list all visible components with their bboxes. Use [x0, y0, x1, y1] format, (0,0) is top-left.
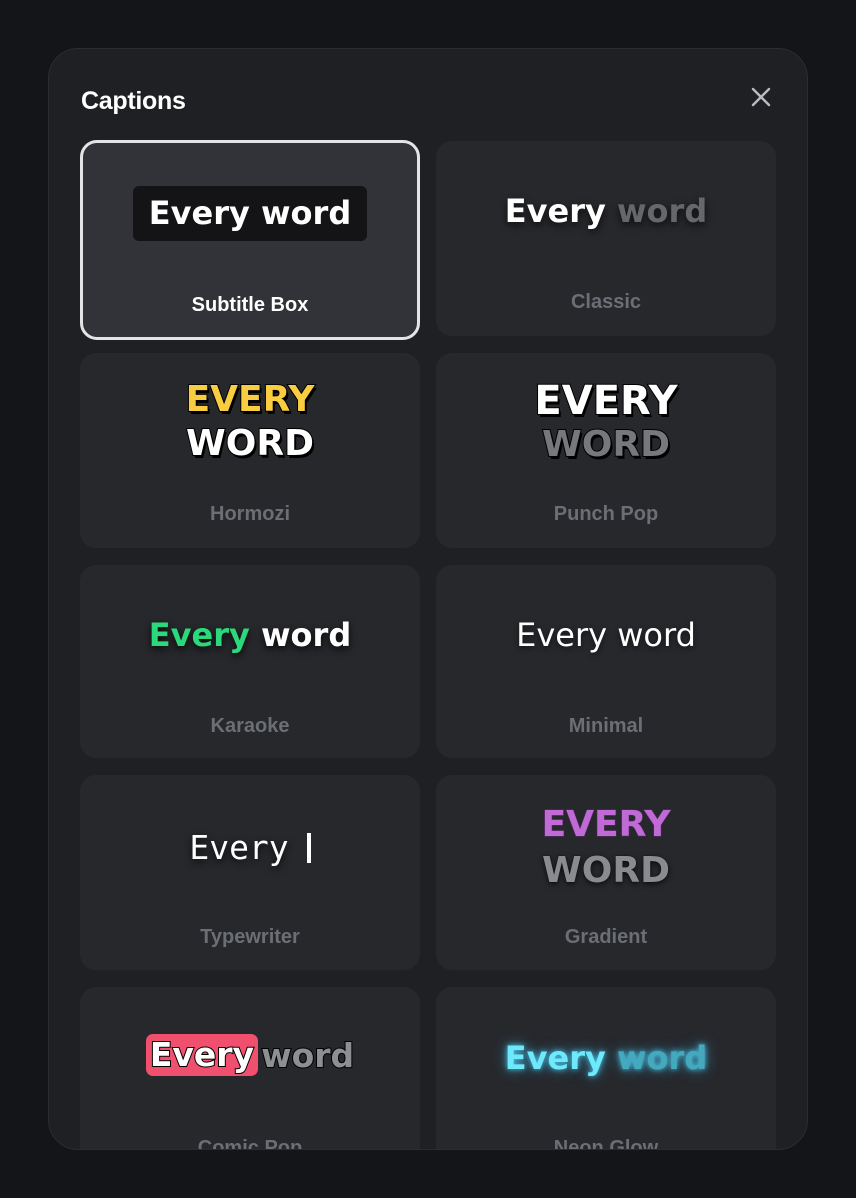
style-card-karaoke[interactable]: Every word Karaoke	[80, 565, 420, 758]
style-label: Minimal	[568, 715, 644, 737]
style-preview: EVERY WORD	[436, 802, 776, 894]
style-card-hormozi[interactable]: EVERY WORD Hormozi	[80, 353, 420, 548]
style-preview: Every word	[436, 1039, 776, 1077]
preview-line-1: EVERY	[533, 378, 678, 424]
panel-title: Captions	[81, 87, 186, 115]
close-button[interactable]	[745, 81, 777, 113]
style-label: Neon Glow	[553, 1137, 659, 1150]
style-card-minimal[interactable]: Every word Minimal	[436, 565, 776, 758]
preview-line-2: WORD	[541, 423, 671, 466]
preview-text: Every word	[505, 1039, 707, 1077]
style-preview: Every word	[80, 1034, 420, 1076]
style-card-neon-glow[interactable]: Every word Neon Glow	[436, 987, 776, 1150]
style-preview: Every	[80, 828, 420, 867]
preview-text: EVERY WORD	[533, 378, 678, 467]
style-preview: EVERY WORD	[80, 378, 420, 466]
style-label: Classic	[570, 291, 642, 313]
preview-word-active: Every	[504, 192, 606, 230]
preview-line-1: EVERY	[185, 378, 316, 421]
style-label: Karaoke	[210, 715, 290, 737]
preview-line-2: WORD	[185, 422, 315, 465]
preview-word: word	[260, 1035, 355, 1076]
style-label: Punch Pop	[553, 503, 659, 525]
preview-text: EVERY WORD	[541, 802, 671, 894]
preview-text: Every word	[145, 1034, 355, 1076]
preview-word-dim: word	[616, 1039, 708, 1077]
preview-line-2: WORD	[542, 850, 671, 892]
preview-word-highlight: Every	[148, 616, 250, 654]
preview-text: EVERY WORD	[185, 378, 316, 466]
preview-text: Every word	[516, 616, 696, 654]
style-card-classic[interactable]: Every word Classic	[436, 141, 776, 336]
style-preview: Every word	[80, 616, 420, 654]
preview-word-dim: word	[616, 192, 708, 230]
style-card-comic-pop[interactable]: Every word Comic Pop	[80, 987, 420, 1150]
preview-text: Every word	[132, 186, 368, 241]
style-card-gradient[interactable]: EVERY WORD Gradient	[436, 775, 776, 970]
style-label: Typewriter	[200, 926, 300, 948]
style-label: Comic Pop	[197, 1137, 303, 1150]
preview-text: Every word	[149, 616, 351, 654]
captions-panel: Captions Every word Subtitle Box Every w…	[48, 48, 808, 1150]
style-preview: Every word	[436, 616, 776, 654]
preview-line-1: EVERY	[541, 804, 671, 846]
style-preview: EVERY WORD	[436, 378, 776, 467]
style-card-typewriter[interactable]: Every Typewriter	[80, 775, 420, 970]
preview-word-highlight: Every	[145, 1034, 259, 1076]
style-preview: Every word	[436, 192, 776, 230]
close-icon	[751, 87, 771, 107]
preview-word-active: Every	[504, 1039, 606, 1077]
style-label: Hormozi	[210, 503, 290, 525]
style-card-subtitle-box[interactable]: Every word Subtitle Box	[80, 140, 420, 340]
style-preview: Every word	[83, 186, 417, 241]
style-card-punch-pop[interactable]: EVERY WORD Punch Pop	[436, 353, 776, 548]
preview-word: word	[260, 616, 352, 654]
style-label: Gradient	[564, 926, 648, 948]
text-cursor-icon	[306, 832, 311, 863]
style-label: Subtitle Box	[191, 294, 309, 316]
preview-text: Every	[189, 828, 311, 867]
preview-typed-text: Every	[189, 828, 289, 867]
preview-text: Every word	[505, 192, 707, 230]
